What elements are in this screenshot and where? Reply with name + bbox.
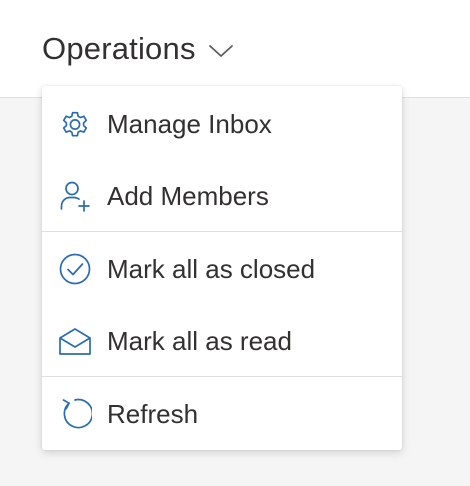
gear-icon: [58, 107, 92, 141]
menu-item-mark-all-read[interactable]: Mark all as read: [42, 305, 402, 377]
menu-divider: [42, 231, 402, 232]
chevron-down-icon: [208, 43, 234, 59]
inbox-selector-button[interactable]: Operations: [42, 26, 234, 72]
menu-item-label: Mark all as closed: [107, 253, 316, 284]
header-bar: Operations: [0, 0, 470, 98]
menu-item-label: Refresh: [107, 398, 199, 429]
menu-item-refresh[interactable]: Refresh: [42, 378, 402, 450]
inbox-title: Operations: [42, 31, 196, 66]
add-person-icon: [58, 179, 92, 213]
open-envelope-icon: [58, 324, 92, 358]
menu-item-mark-all-closed[interactable]: Mark all as closed: [42, 233, 402, 305]
inbox-options-menu: Manage Inbox Add Members Mark all as clo…: [42, 86, 402, 450]
menu-item-label: Add Members: [107, 180, 269, 211]
menu-divider: [42, 376, 402, 377]
refresh-icon: [58, 397, 92, 431]
check-circle-icon: [58, 252, 92, 286]
menu-item-manage-inbox[interactable]: Manage Inbox: [42, 88, 402, 160]
menu-item-label: Manage Inbox: [107, 108, 272, 139]
menu-item-add-members[interactable]: Add Members: [42, 160, 402, 232]
menu-item-label: Mark all as read: [107, 325, 292, 356]
